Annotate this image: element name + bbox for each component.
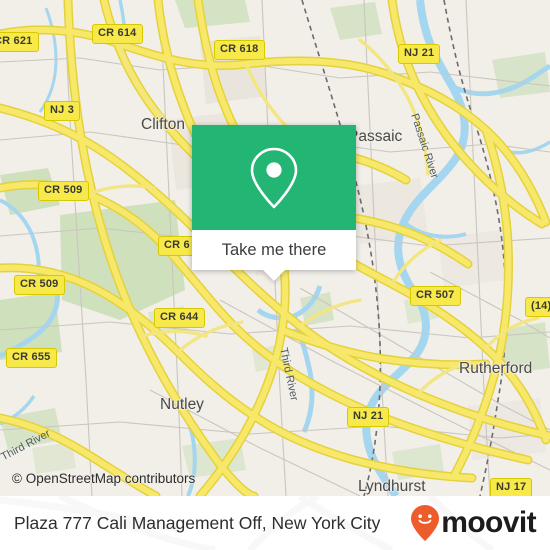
map-canvas[interactable]: Clifton Passaic Nutley Rutherford Lyndhu… <box>0 0 550 496</box>
place-label: Nutley <box>160 396 204 413</box>
road-shield[interactable]: CR 644 <box>154 308 205 328</box>
moovit-pin-icon <box>411 505 440 541</box>
address-label: Plaza 777 Cali Management Off, New York … <box>14 512 381 533</box>
road-shield[interactable]: CR 507 <box>410 286 461 306</box>
take-me-there-label: Take me there <box>221 240 327 259</box>
road-shield[interactable]: CR 618 <box>214 40 265 60</box>
road-shield[interactable]: CR 614 <box>92 24 143 44</box>
road-shield[interactable]: NJ 17 <box>490 478 533 496</box>
moovit-map-screenshot: Clifton Passaic Nutley Rutherford Lyndhu… <box>0 0 550 550</box>
road-shield[interactable]: NJ 21 <box>347 407 390 427</box>
road-shield[interactable]: CR 655 <box>6 348 57 368</box>
moovit-wordmark: moovit <box>441 506 536 539</box>
popup-pointer-tail <box>263 270 285 281</box>
bottom-info-bar: Plaza 777 Cali Management Off, New York … <box>0 496 550 550</box>
place-label: Rutherford <box>459 360 533 377</box>
place-label: Passaic <box>348 128 403 145</box>
road-shield[interactable]: CR 509 <box>38 181 89 201</box>
road-shield[interactable]: NJ 3 <box>44 101 81 121</box>
road-shield[interactable]: CR 6 <box>158 236 196 256</box>
moovit-logo[interactable]: moovit <box>410 504 537 542</box>
map-pin-icon <box>250 147 298 208</box>
road-shield[interactable]: NJ 21 <box>398 44 441 64</box>
road-shield[interactable]: (14) <box>525 297 550 317</box>
road-shield[interactable]: CR 509 <box>14 275 65 295</box>
map-popup-card[interactable]: Take me there <box>192 125 356 281</box>
place-label: Lyndhurst <box>358 478 426 495</box>
osm-attribution[interactable]: © OpenStreetMap contributors <box>12 471 195 486</box>
popup-icon-area <box>192 125 356 230</box>
take-me-there-button[interactable]: Take me there <box>192 230 356 281</box>
place-label: Clifton <box>141 116 185 133</box>
road-shield[interactable]: CR 621 <box>0 32 39 52</box>
